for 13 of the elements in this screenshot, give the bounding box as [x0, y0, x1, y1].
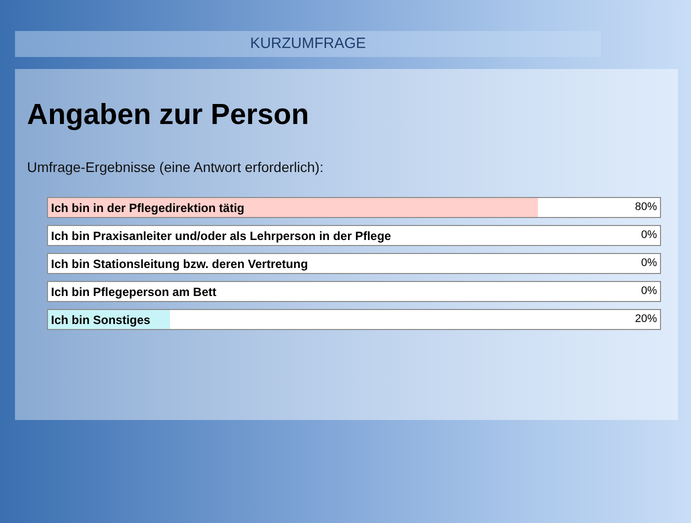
result-label: Ich bin in der Pflegedirektion tätig	[51, 200, 244, 216]
result-percent: 20%	[634, 312, 657, 328]
result-percent: 0%	[641, 228, 657, 244]
result-percent: 0%	[641, 284, 657, 300]
result-label: Ich bin Pflegeperson am Bett	[51, 284, 216, 300]
results-caption: Umfrage-Ergebnisse (eine Antwort erforderlich):	[27, 158, 324, 177]
result-percent: 80%	[634, 200, 657, 216]
result-percent: 0%	[641, 256, 657, 272]
header-title: KURZUMFRAGE	[250, 34, 366, 54]
result-label: Ich bin Sonstiges	[51, 312, 150, 328]
section-heading: Angaben zur Person	[27, 98, 310, 133]
result-label: Ich bin Stationsleitung bzw. deren Vertretung	[51, 256, 308, 272]
result-label: Ich bin Praxisanleiter und/oder als Lehrperson in der Pflege	[51, 228, 392, 244]
